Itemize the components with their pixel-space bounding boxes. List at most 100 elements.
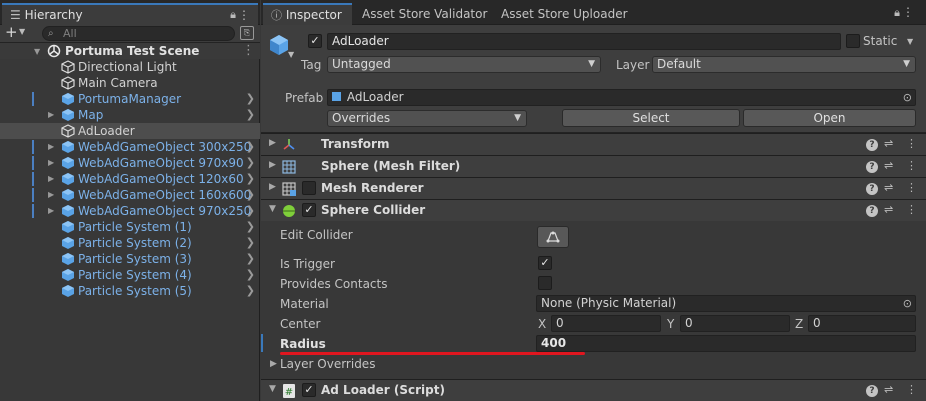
provides-contacts-checkbox[interactable]	[538, 276, 552, 290]
sphere-collider-checkbox[interactable]: ✓	[302, 203, 316, 217]
menu-dots-icon[interactable]: ⋮	[906, 137, 917, 150]
menu-dots-icon[interactable]: ⋮	[906, 181, 917, 194]
chevron-right-icon[interactable]: ❯	[246, 267, 255, 283]
hierarchy-item[interactable]: ▶ WebAdGameObject 970x250 ❯	[0, 203, 260, 219]
active-checkbox[interactable]: ✓	[308, 34, 322, 48]
menu-dots-icon[interactable]: ⋮	[906, 383, 917, 396]
radius-input[interactable]: 400	[536, 335, 916, 352]
chevron-right-icon[interactable]: ❯	[246, 219, 255, 235]
sphere-collider-header[interactable]: ▼ ✓ Sphere Collider ? ⇌ ⋮	[261, 199, 926, 221]
mesh-renderer-checkbox[interactable]	[302, 181, 316, 195]
fold-open-icon[interactable]: ▼	[34, 44, 40, 60]
center-x-input[interactable]: 0	[551, 315, 661, 332]
overrides-dropdown[interactable]: Overrides ▼	[327, 110, 527, 127]
fold-closed-icon[interactable]: ▶	[269, 138, 276, 148]
is-trigger-checkbox[interactable]: ✓	[538, 256, 552, 270]
transform-header[interactable]: ▶ Transform ? ⇌ ⋮	[261, 133, 926, 155]
chevron-right-icon[interactable]: ❯	[246, 235, 255, 251]
edit-collider-button[interactable]	[537, 226, 569, 248]
fold-closed-icon[interactable]: ▶	[48, 155, 54, 171]
hierarchy-item[interactable]: Particle System (2) ❯	[0, 235, 260, 251]
ad-loader-header[interactable]: ▼ # ✓ Ad Loader (Script) ? ⇌ ⋮	[261, 379, 926, 401]
hierarchy-item[interactable]: ▶ WebAdGameObject 160x600 ❯	[0, 187, 260, 203]
center-z-label[interactable]: Z	[795, 317, 803, 331]
hierarchy-item[interactable]: AdLoader	[0, 123, 260, 139]
fold-closed-icon[interactable]: ▶	[48, 139, 54, 155]
chevron-right-icon[interactable]: ❯	[246, 171, 255, 187]
hierarchy-item[interactable]: ▶ WebAdGameObject 970x90 ❯	[0, 155, 260, 171]
fold-open-icon[interactable]: ▼	[269, 204, 276, 214]
preset-icon[interactable]: ⇌	[884, 203, 893, 216]
hierarchy-item[interactable]: ▶ Map ❯	[0, 107, 260, 123]
hierarchy-item[interactable]: Particle System (5) ❯	[0, 283, 260, 299]
mesh-renderer-header[interactable]: ▶ Mesh Renderer ? ⇌ ⋮	[261, 177, 926, 199]
menu-dots-icon[interactable]: ⋮	[902, 5, 914, 19]
chevron-right-icon[interactable]: ❯	[246, 139, 255, 155]
preset-icon[interactable]: ⇌	[884, 159, 893, 172]
select-button[interactable]: Select	[562, 109, 740, 127]
menu-dots-icon[interactable]: ⋮	[238, 5, 250, 25]
ad-loader-checkbox[interactable]: ✓	[302, 383, 316, 397]
object-name-input[interactable]: AdLoader	[327, 33, 841, 50]
preset-icon[interactable]: ⇌	[884, 181, 893, 194]
menu-dots-icon[interactable]: ⋮	[906, 203, 917, 216]
fold-closed-icon[interactable]: ▶	[48, 171, 54, 187]
menu-dots-icon[interactable]: ⋮	[242, 43, 255, 59]
tab-inspector[interactable]: ⓘ Inspector	[263, 3, 352, 25]
material-field[interactable]: None (Physic Material) ⊙	[536, 295, 916, 312]
add-icon[interactable]: +	[5, 23, 18, 41]
center-y-input[interactable]: 0	[680, 315, 790, 332]
layer-dropdown[interactable]: Default ▼	[652, 56, 916, 73]
lock-icon[interactable]: 🔒︎	[230, 5, 236, 25]
hierarchy-item[interactable]: Directional Light	[0, 59, 260, 75]
static-checkbox[interactable]	[846, 34, 860, 48]
prefab-field[interactable]: AdLoader ⊙	[327, 89, 916, 106]
center-y-label[interactable]: Y	[667, 317, 674, 331]
fold-closed-icon[interactable]: ▶	[269, 160, 276, 170]
scene-visibility-icon[interactable]: ⎘	[240, 26, 254, 40]
search-input[interactable]: ⌕ All	[42, 26, 235, 41]
chevron-down-icon[interactable]: ▼	[288, 50, 294, 59]
help-icon[interactable]: ?	[866, 385, 878, 397]
hierarchy-item[interactable]: Particle System (1) ❯	[0, 219, 260, 235]
fold-closed-icon[interactable]: ▶	[269, 182, 276, 192]
help-icon[interactable]: ?	[866, 139, 878, 151]
tab-asset-store-uploader[interactable]: Asset Store Uploader	[493, 3, 636, 25]
help-icon[interactable]: ?	[866, 183, 878, 195]
target-icon[interactable]: ⊙	[903, 296, 912, 311]
mesh-filter-header[interactable]: ▶ Sphere (Mesh Filter) ? ⇌ ⋮	[261, 155, 926, 177]
tab-hierarchy[interactable]: ☰ Hierarchy 🔒︎ ⋮	[2, 3, 258, 25]
open-button[interactable]: Open	[743, 109, 916, 127]
fold-open-icon[interactable]: ▼	[269, 384, 276, 394]
fold-closed-icon[interactable]: ▶	[270, 359, 277, 369]
chevron-right-icon[interactable]: ❯	[246, 107, 255, 123]
chevron-right-icon[interactable]: ❯	[246, 251, 255, 267]
chevron-right-icon[interactable]: ❯	[246, 91, 255, 107]
tab-asset-store-validator[interactable]: Asset Store Validator	[354, 3, 495, 25]
hierarchy-item[interactable]: ▶ WebAdGameObject 300x250 ❯	[0, 139, 260, 155]
hierarchy-item[interactable]: Particle System (4) ❯	[0, 267, 260, 283]
hierarchy-item[interactable]: Particle System (3) ❯	[0, 251, 260, 267]
preset-icon[interactable]: ⇌	[884, 383, 893, 396]
hierarchy-item[interactable]: Main Camera	[0, 75, 260, 91]
chevron-right-icon[interactable]: ❯	[246, 283, 255, 299]
chevron-right-icon[interactable]: ❯	[246, 155, 255, 171]
help-icon[interactable]: ?	[866, 205, 878, 217]
hierarchy-item[interactable]: ▶ WebAdGameObject 120x60 ❯	[0, 171, 260, 187]
chevron-right-icon[interactable]: ❯	[246, 203, 255, 219]
fold-closed-icon[interactable]: ▶	[48, 203, 54, 219]
chevron-down-icon[interactable]: ▼	[19, 27, 25, 36]
target-icon[interactable]: ⊙	[903, 90, 912, 105]
center-z-input[interactable]: 0	[808, 315, 916, 332]
menu-dots-icon[interactable]: ⋮	[906, 159, 917, 172]
layer-overrides-label[interactable]: Layer Overrides	[280, 357, 375, 371]
fold-closed-icon[interactable]: ▶	[48, 107, 54, 123]
hierarchy-item[interactable]: PortumaManager ❯	[0, 91, 260, 107]
help-icon[interactable]: ?	[866, 161, 878, 173]
lock-icon[interactable]: 🔒︎	[894, 6, 900, 20]
center-x-label[interactable]: X	[538, 317, 546, 331]
chevron-right-icon[interactable]: ❯	[246, 187, 255, 203]
chevron-down-icon[interactable]: ▼	[907, 37, 913, 46]
scene-row[interactable]: ▼ Portuma Test Scene ⋮	[0, 43, 260, 59]
preset-icon[interactable]: ⇌	[884, 137, 893, 150]
